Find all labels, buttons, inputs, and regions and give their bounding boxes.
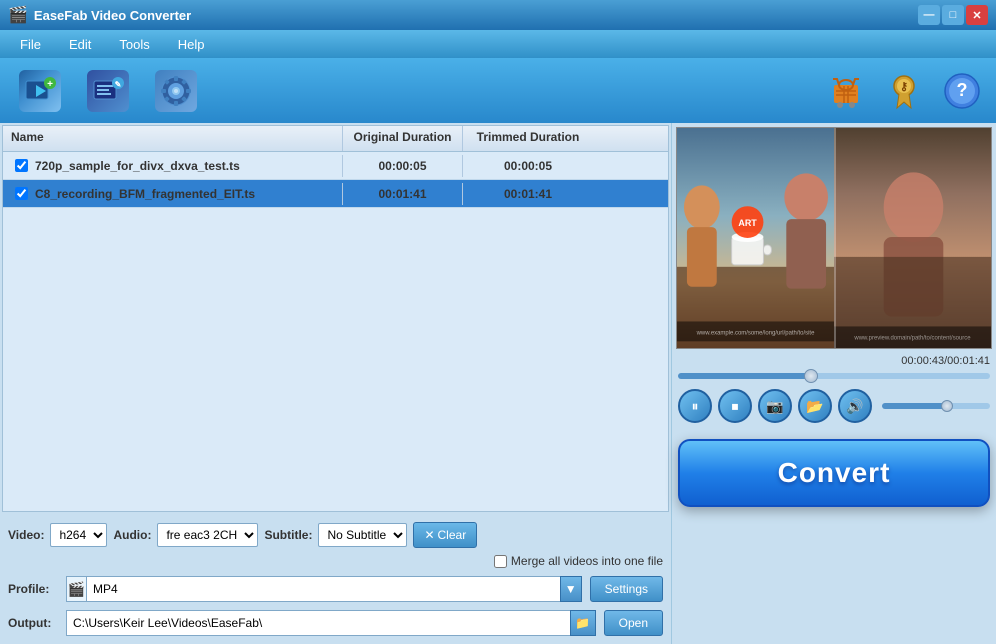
clear-button[interactable]: ✕ Clear (413, 522, 477, 548)
svg-text:www.example.com/some/long/url/: www.example.com/some/long/url/path/to/si… (696, 330, 815, 336)
menu-help[interactable]: Help (166, 34, 217, 55)
merge-label: Merge all videos into one file (511, 554, 663, 568)
settings-button[interactable]: Settings (590, 576, 663, 602)
volume-icon: 🔊 (846, 398, 863, 415)
profile-dropdown-button[interactable]: ▼ (560, 576, 582, 602)
main-area: Name Original Duration Trimmed Duration … (0, 123, 996, 644)
right-panel: ART www.example.com/some/long/url/path/t… (672, 123, 996, 644)
col-header-trim: Trimmed Duration (463, 126, 593, 151)
file-checkbox-1[interactable] (15, 159, 28, 172)
menu-bar: File Edit Tools Help (0, 30, 996, 58)
table-row[interactable]: 720p_sample_for_divx_dxva_test.ts 00:00:… (3, 152, 668, 180)
video-select[interactable]: h264 (50, 523, 107, 547)
profile-icon: 🎬 (66, 576, 86, 602)
output-folder-button[interactable]: 📁 (570, 610, 596, 636)
close-button[interactable]: ✕ (966, 5, 988, 25)
edit-icon: ✎ (87, 70, 129, 112)
player-controls: ⏸ ⏹ 📷 📂 🔊 (676, 385, 992, 427)
stop-button[interactable]: ⏹ (718, 389, 752, 423)
toolbar-right: ⚷ ? (822, 67, 986, 115)
add-video-icon: + (19, 70, 61, 112)
svg-text:www.preview.domain/path/to/con: www.preview.domain/path/to/content/sourc… (853, 335, 971, 341)
pause-icon: ⏸ (692, 398, 699, 415)
settings-icon (155, 70, 197, 112)
svg-text:+: + (47, 79, 53, 90)
convert-button[interactable]: Convert (678, 439, 990, 507)
preview-right: www.preview.domain/path/to/content/sourc… (834, 128, 991, 348)
edit-video-button[interactable]: ✎ (78, 63, 138, 118)
profile-input[interactable] (86, 576, 560, 602)
svg-text:⚷: ⚷ (900, 81, 908, 93)
open-button[interactable]: Open (604, 610, 663, 636)
bottom-controls: Video: h264 Audio: fre eac3 2CH Subtitle… (0, 514, 671, 644)
preview-divider (834, 128, 836, 348)
svg-text:✎: ✎ (115, 80, 122, 89)
license-button[interactable]: ⚷ (880, 67, 928, 115)
file-list-header: Name Original Duration Trimmed Duration (3, 126, 668, 152)
preview-left: ART www.example.com/some/long/url/path/t… (677, 128, 834, 348)
audio-label: Audio: (113, 528, 151, 542)
svg-text:ART: ART (738, 218, 757, 228)
time-display: 00:00:43/00:01:41 (676, 355, 992, 367)
title-bar-controls: — □ ✕ (918, 5, 988, 25)
shop-button[interactable] (822, 67, 870, 115)
subtitle-label: Subtitle: (264, 528, 312, 542)
menu-edit[interactable]: Edit (57, 34, 103, 55)
maximize-button[interactable]: □ (942, 5, 964, 25)
col-header-orig: Original Duration (343, 126, 463, 151)
file-checkbox-2[interactable] (15, 187, 28, 200)
menu-file[interactable]: File (8, 34, 53, 55)
video-label: Video: (8, 528, 44, 542)
file-list: Name Original Duration Trimmed Duration … (2, 125, 669, 512)
stop-icon: ⏹ (732, 398, 739, 415)
left-panel: Name Original Duration Trimmed Duration … (0, 123, 672, 644)
minimize-button[interactable]: — (918, 5, 940, 25)
seek-thumb[interactable] (804, 369, 818, 383)
clear-label: Clear (438, 528, 467, 542)
preview-area: ART www.example.com/some/long/url/path/t… (676, 127, 992, 349)
clear-icon: ✕ (424, 528, 434, 542)
profile-label: Profile: (8, 582, 58, 596)
profile-row: Profile: 🎬 ▼ Settings (6, 572, 665, 606)
output-row: Output: 📁 Open (6, 606, 665, 640)
app-icon: 🎬 (8, 5, 28, 25)
file-name-2: C8_recording_BFM_fragmented_EIT.ts (35, 187, 255, 201)
volume-thumb[interactable] (941, 400, 953, 412)
volume-button[interactable]: 🔊 (838, 389, 872, 423)
output-path-input[interactable] (66, 610, 570, 636)
audio-select[interactable]: fre eac3 2CH (157, 523, 258, 547)
add-video-button[interactable]: + (10, 63, 70, 118)
open-folder-button[interactable]: 📂 (798, 389, 832, 423)
toolbar: + ✎ (0, 58, 996, 123)
subtitle-select[interactable]: No Subtitle (318, 523, 407, 547)
svg-text:?: ? (957, 80, 968, 100)
title-bar: 🎬 EaseFab Video Converter — □ ✕ (0, 0, 996, 30)
merge-checkbox[interactable] (494, 555, 507, 568)
folder-open-icon: 📂 (806, 398, 823, 415)
file-orig-1: 00:00:05 (343, 155, 463, 177)
file-name-1: 720p_sample_for_divx_dxva_test.ts (35, 159, 240, 173)
seek-bar-container (676, 373, 992, 379)
file-orig-2: 00:01:41 (343, 183, 463, 205)
volume-bar[interactable] (882, 403, 990, 409)
options-button[interactable] (146, 63, 206, 118)
col-header-name: Name (3, 126, 343, 151)
file-trim-1: 00:00:05 (463, 155, 593, 177)
help-button[interactable]: ? (938, 67, 986, 115)
table-row[interactable]: C8_recording_BFM_fragmented_EIT.ts 00:01… (3, 180, 668, 208)
screenshot-button[interactable]: 📷 (758, 389, 792, 423)
folder-icon: 📁 (575, 616, 590, 630)
seek-bar[interactable] (678, 373, 990, 379)
app-title: EaseFab Video Converter (34, 8, 191, 23)
output-label: Output: (8, 616, 58, 630)
merge-row: Merge all videos into one file (6, 552, 665, 572)
menu-tools[interactable]: Tools (107, 34, 161, 55)
file-trim-2: 00:01:41 (463, 183, 593, 205)
codec-controls: Video: h264 Audio: fre eac3 2CH Subtitle… (6, 518, 665, 552)
camera-icon: 📷 (766, 398, 783, 415)
pause-button[interactable]: ⏸ (678, 389, 712, 423)
